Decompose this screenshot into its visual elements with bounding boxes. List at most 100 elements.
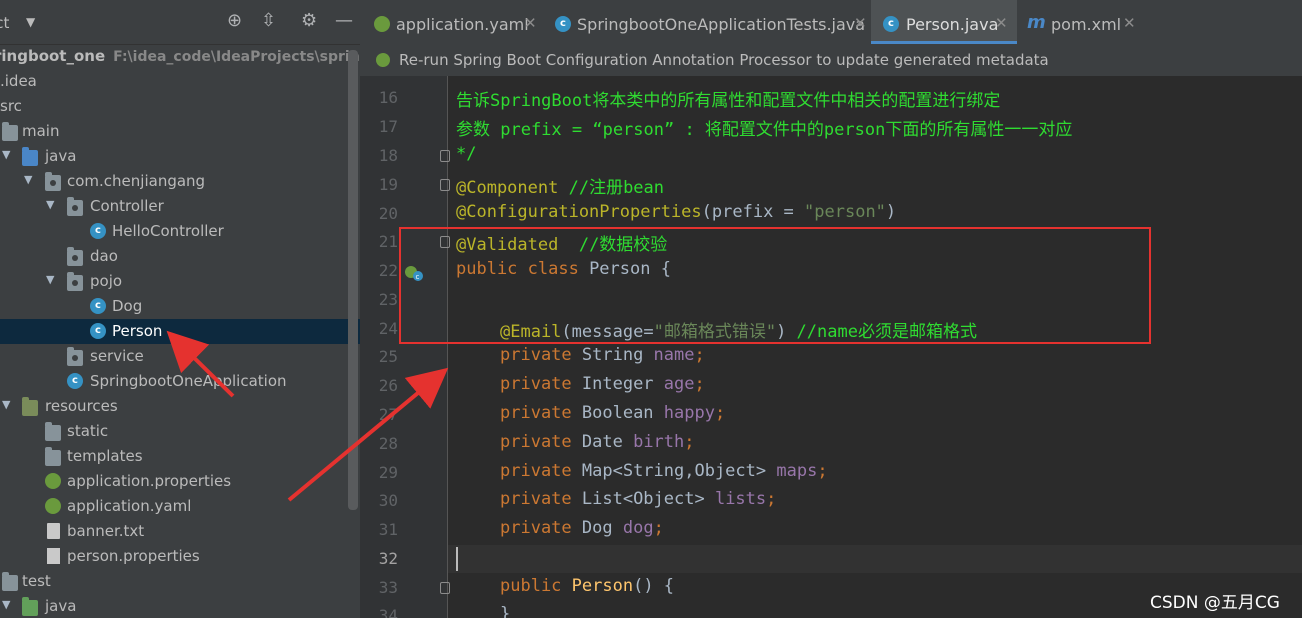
current-line-highlight: [448, 545, 1302, 573]
tree-item-label: Person: [112, 322, 163, 340]
line-number: 28: [378, 434, 398, 453]
class-icon: c: [90, 323, 106, 339]
code-line-31: private Dog dog;: [500, 518, 664, 538]
package-icon: [67, 247, 83, 266]
close-icon[interactable]: ✕: [524, 14, 537, 32]
line-number: 17: [378, 117, 398, 136]
tree-item-label: .idea: [0, 72, 37, 90]
tree-item-label: java: [45, 597, 77, 615]
line-number: 23: [378, 290, 398, 309]
line-number: 19: [378, 175, 398, 194]
text-caret: [456, 547, 458, 571]
expand-arrow-icon[interactable]: ▼: [2, 598, 10, 611]
code-line-33: public Person() {: [500, 576, 675, 596]
tree-item-label: banner.txt: [67, 522, 145, 540]
line-number: 27: [378, 405, 398, 424]
tree-item-application-yaml[interactable]: application.yaml: [0, 494, 360, 519]
expand-arrow-icon[interactable]: ▼: [46, 198, 54, 211]
code-line-27: private Boolean happy;: [500, 403, 726, 423]
tree-item-hellocontroller[interactable]: c HelloController: [0, 219, 360, 244]
fold-marker-icon[interactable]: [440, 150, 450, 162]
tree-item-service[interactable]: service: [0, 344, 360, 369]
tree-item-controller[interactable]: ▼ Controller: [0, 194, 360, 219]
tree-item-java[interactable]: ▼ java: [0, 144, 360, 169]
properties-file-icon: [47, 548, 60, 564]
gear-icon[interactable]: ⚙: [301, 10, 317, 32]
project-header: ect ▼ ⊕ ⇳ ⚙ —: [0, 0, 360, 45]
tree-item-main[interactable]: main: [0, 119, 360, 144]
hide-icon[interactable]: —: [335, 10, 353, 32]
folder-icon: [45, 422, 61, 441]
collapse-all-icon[interactable]: ⇳: [261, 10, 276, 32]
tree-item-label: Controller: [90, 197, 164, 215]
close-icon[interactable]: ✕: [1123, 14, 1136, 32]
close-icon[interactable]: ✕: [854, 14, 867, 32]
tree-item-dog[interactable]: c Dog: [0, 294, 360, 319]
package-icon: [67, 272, 83, 291]
code-line-17: 参数 prefix = “person” : 将配置文件中的person下面的所…: [456, 120, 1073, 140]
package-icon: [45, 172, 61, 191]
expand-arrow-icon[interactable]: ▼: [2, 398, 10, 411]
close-icon[interactable]: ✕: [995, 14, 1008, 32]
project-view-title[interactable]: ect: [0, 14, 9, 32]
tree-item-label: static: [67, 422, 109, 440]
tree-item-label: pojo: [90, 272, 123, 290]
watermark: CSDN @五月CG: [1150, 593, 1280, 613]
chevron-down-icon[interactable]: ▼: [26, 15, 35, 29]
locate-icon[interactable]: ⊕: [227, 10, 242, 32]
tree-item-idea[interactable]: .idea: [0, 69, 360, 94]
tree-item-package-root[interactable]: ▼ com.chenjiangang: [0, 169, 360, 194]
expand-arrow-icon[interactable]: ▼: [24, 173, 32, 186]
tree-item-label: SpringbootOneApplication: [90, 372, 287, 390]
tree-item-person[interactable]: c Person: [0, 319, 360, 344]
tab-label: Person.java: [906, 15, 999, 34]
tree-item-label: test: [22, 572, 51, 590]
code-line-26: private Integer age;: [500, 374, 705, 394]
tree-item-templates[interactable]: templates: [0, 444, 360, 469]
tree-item-banner-txt[interactable]: banner.txt: [0, 519, 360, 544]
code-line-30: private List<Object> lists;: [500, 489, 777, 509]
fold-marker-icon[interactable]: [440, 179, 450, 191]
project-scrollbar[interactable]: [348, 50, 358, 510]
tab-label: application.yaml: [396, 15, 529, 34]
code-editor[interactable]: 16 17 18 19 20 21 22 23 24 25 26 27 28 2…: [360, 76, 1302, 618]
line-number: 25: [378, 347, 398, 366]
tree-item-label: application.properties: [67, 472, 232, 490]
tree-item-dao[interactable]: dao: [0, 244, 360, 269]
spring-leaf-icon: [376, 53, 390, 67]
tab-springbootoneapplicationtests[interactable]: c SpringbootOneApplicationTests.java ✕: [543, 0, 871, 44]
tree-item-test-java[interactable]: ▼ java: [0, 594, 360, 618]
tree-item-static[interactable]: static: [0, 419, 360, 444]
tree-item-project-root[interactable]: ringboot_one F:\idea_code\IdeaProjects\sp…: [0, 44, 360, 69]
tab-pom-xml[interactable]: m pom.xml ✕: [1017, 0, 1147, 44]
tree-item-application-properties[interactable]: application.properties: [0, 469, 360, 494]
tab-person-java[interactable]: c Person.java ✕: [871, 0, 1017, 44]
notification-banner[interactable]: Re-run Spring Boot Configuration Annotat…: [360, 44, 1302, 77]
folder-icon: [2, 122, 18, 141]
tree-item-resources[interactable]: ▼ resources: [0, 394, 360, 419]
project-panel: ect ▼ ⊕ ⇳ ⚙ — ringboot_oneF:\idea_code\I…: [0, 0, 360, 618]
source-folder-icon: [22, 147, 38, 166]
line-number: 30: [378, 491, 398, 510]
tree-item-label: resources: [45, 397, 118, 415]
tree-item-person-properties[interactable]: person.properties: [0, 544, 360, 569]
editor-tabs: application.yaml ✕ c SpringbootOneApplic…: [360, 0, 1302, 45]
tree-item-label: dao: [90, 247, 118, 265]
package-icon: [67, 347, 83, 366]
tree-item-label: HelloController: [112, 222, 224, 240]
tree-item-test[interactable]: test: [0, 569, 360, 594]
resources-folder-icon: [22, 397, 38, 416]
banner-text[interactable]: Re-run Spring Boot Configuration Annotat…: [399, 51, 1049, 69]
tab-application-yaml[interactable]: application.yaml ✕: [360, 0, 543, 44]
tree-item-label: person.properties: [67, 547, 200, 565]
line-number: 16: [378, 88, 398, 107]
expand-arrow-icon[interactable]: ▼: [46, 273, 54, 286]
fold-marker-icon[interactable]: [440, 582, 450, 594]
tree-item-src[interactable]: src: [0, 94, 360, 119]
spring-leaf-icon: [45, 498, 61, 514]
line-number: 33: [378, 578, 398, 597]
tree-item-pojo[interactable]: ▼ pojo: [0, 269, 360, 294]
tree-item-springbootoneapplication[interactable]: c SpringbootOneApplication: [0, 369, 360, 394]
expand-arrow-icon[interactable]: ▼: [2, 148, 10, 161]
line-number: 32: [378, 549, 398, 568]
